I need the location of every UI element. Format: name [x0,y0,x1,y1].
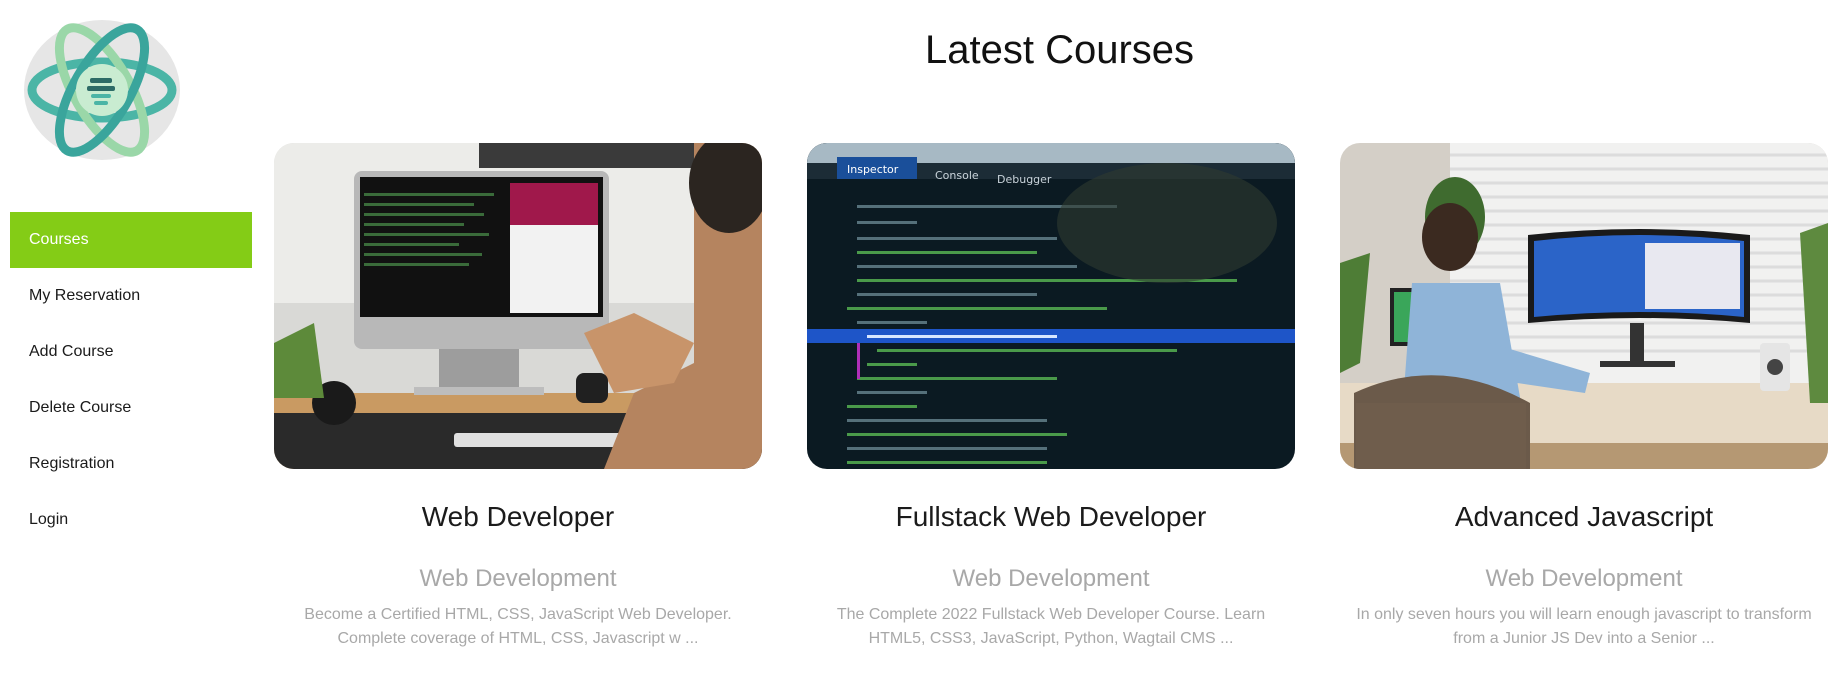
course-title[interactable]: Advanced Javascript [1340,501,1828,533]
sidebar-item-registration[interactable]: Registration [10,436,252,492]
sidebar: Courses My Reservation Add Course Delete… [0,0,252,697]
svg-text:Console: Console [935,169,979,182]
course-image[interactable] [274,143,762,469]
svg-text:Inspector: Inspector [847,163,899,176]
course-description: In only seven hours you will learn enoug… [1356,606,1812,647]
course-description: The Complete 2022 Fullstack Web Develope… [836,606,1266,647]
course-image[interactable]: Inspector Console Debugger [807,143,1295,469]
course-card[interactable]: Inspector Console Debugger Fullstack Web… [807,143,1295,651]
page-title: Latest Courses [924,28,1195,72]
course-card[interactable]: Web Developer Web Development Become a C… [274,143,762,651]
sidebar-item-delete-course[interactable]: Delete Course [10,380,252,436]
course-title[interactable]: Fullstack Web Developer [807,501,1295,533]
course-category: Web Development [1485,565,1683,592]
course-category: Web Development [952,565,1150,592]
svg-text:Debugger: Debugger [997,173,1052,186]
sidebar-item-courses[interactable]: Courses [10,212,252,268]
sidebar-nav: Courses My Reservation Add Course Delete… [10,212,252,548]
course-image[interactable] [1340,143,1828,469]
course-category: Web Development [419,565,617,592]
course-title[interactable]: Web Developer [274,501,762,533]
sidebar-item-login[interactable]: Login [10,492,252,548]
course-card[interactable]: Advanced Javascript Web Development In o… [1340,143,1828,651]
atom-logo-icon[interactable] [20,14,184,166]
sidebar-item-add-course[interactable]: Add Course [10,324,252,380]
sidebar-item-my-reservation[interactable]: My Reservation [10,268,252,324]
main-content: Latest Courses Web Developer Web Develop… [252,0,1848,697]
course-description: Become a Certified HTML, CSS, JavaScript… [304,606,732,647]
